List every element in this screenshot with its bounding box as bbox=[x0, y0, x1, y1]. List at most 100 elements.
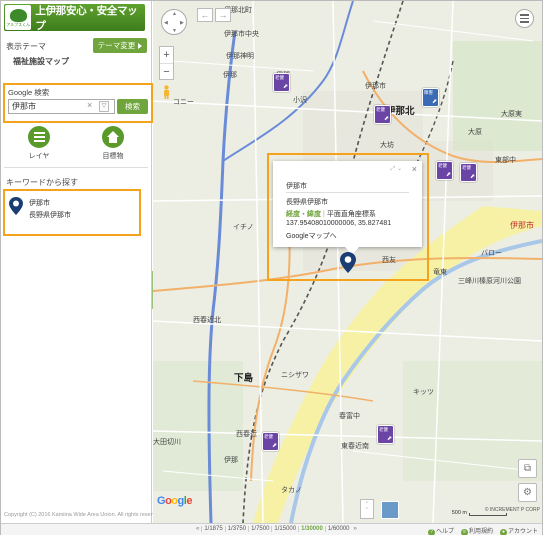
map-canvas[interactable]: 伊那北町 伊那市中央 伊那神明 伊那 伊那 伊那市 伊那北 小沢 コニー 大坊 … bbox=[153, 1, 542, 523]
map-pin-icon bbox=[9, 197, 23, 215]
copyright-text: Copyright (C) 2016 Kamiina Wide Area Uni… bbox=[4, 512, 163, 518]
map-label: ニシザワ bbox=[281, 372, 309, 379]
google-search-label: Google 検索 bbox=[8, 88, 50, 97]
landmark-button[interactable]: 目標物 bbox=[93, 126, 133, 161]
zoom-control: + − bbox=[159, 46, 174, 80]
map-label: 大坊 bbox=[380, 142, 394, 149]
google-logo: Google bbox=[157, 495, 192, 507]
help-icon: ? bbox=[427, 529, 435, 535]
facility-marker[interactable]: 老健 ⬈ bbox=[377, 425, 394, 444]
facility-marker[interactable]: 老健 ⬈ bbox=[460, 163, 477, 182]
map-label: 伊那市中央 bbox=[224, 31, 259, 38]
facility-marker[interactable]: 障害 ⬈ bbox=[422, 88, 439, 107]
map-label: 三峰川榛原河川公園 bbox=[458, 278, 521, 285]
scale-option[interactable]: 1/3750 bbox=[224, 526, 248, 532]
scale-bar bbox=[469, 513, 507, 516]
map-label: キッツ bbox=[413, 389, 434, 396]
landmark-label: 目標物 bbox=[102, 153, 124, 160]
map-label: 小沢 bbox=[293, 97, 307, 104]
map-label-shimojima: 下島 bbox=[234, 373, 254, 384]
map-attribution: © INCREMENT P CORP bbox=[484, 507, 540, 513]
facility-marker[interactable]: 老健 ⬈ bbox=[273, 73, 290, 92]
list-icon bbox=[28, 126, 50, 148]
theme-label: 表示テーマ bbox=[6, 42, 46, 51]
app-title: 上伊那安心・安全マップ bbox=[35, 4, 138, 32]
dropdown-icon[interactable]: ▽ bbox=[99, 101, 109, 112]
facility-marker[interactable]: 老健 ⬈ bbox=[262, 432, 279, 451]
forward-arrow-icon[interactable]: → bbox=[215, 8, 231, 22]
account-link[interactable]: ● アカウント bbox=[499, 526, 538, 535]
result-name: 伊那市 bbox=[29, 200, 50, 207]
map-label: 竜東 bbox=[433, 269, 447, 276]
map-label: イチノ bbox=[233, 224, 254, 231]
pan-control[interactable]: ▲ ▼ ◀ ▶ bbox=[161, 9, 187, 35]
menu-icon[interactable] bbox=[515, 9, 534, 28]
scale-option[interactable]: 1/15000 bbox=[271, 526, 298, 532]
help-link[interactable]: ? ヘルプ bbox=[427, 526, 454, 535]
location-pin-icon[interactable] bbox=[340, 252, 356, 273]
popup-coordinates: 137.95408010000006, 35.827481 bbox=[286, 220, 392, 227]
theme-change-button[interactable]: テーマ変更 bbox=[93, 38, 147, 53]
zoom-in-button[interactable]: + bbox=[160, 47, 173, 63]
street-view-pegman-icon[interactable] bbox=[162, 85, 171, 99]
theme-change-label: テーマ変更 bbox=[97, 41, 136, 50]
tab-latlon[interactable]: 経度・緯度 bbox=[286, 211, 321, 218]
poi-label: 老健 bbox=[275, 75, 284, 80]
facility-marker[interactable]: 老健 ⬈ bbox=[374, 105, 391, 124]
zoom-out-button[interactable]: − bbox=[160, 63, 173, 79]
scale-next-icon[interactable]: » bbox=[352, 526, 359, 532]
back-arrow-icon[interactable]: ← bbox=[197, 8, 213, 22]
map-label: 西春近北 bbox=[193, 317, 221, 324]
map-label: 伊那 bbox=[223, 72, 237, 79]
info-popup: ⤢ ⌄ × 伊那市 長野県伊那市 経度・緯度 | 平面直角座標系 137.95408… bbox=[273, 161, 422, 255]
location-toggle-icon[interactable]: ◦ ◦ bbox=[360, 499, 374, 519]
terms-link[interactable]: ≡ 利用規約 bbox=[460, 526, 493, 535]
map-label-city: 伊那市 bbox=[510, 221, 534, 230]
map-label: 伊那市 bbox=[365, 83, 386, 90]
keyword-search-label: キーワードから探す bbox=[6, 178, 78, 187]
play-arrow-icon bbox=[138, 42, 143, 49]
close-icon[interactable]: × bbox=[412, 164, 417, 174]
popup-divider bbox=[286, 192, 409, 193]
app-logo: アルプスくん bbox=[5, 5, 32, 30]
scale-option[interactable]: 1/60000 bbox=[324, 526, 352, 532]
map-label: 東部中 bbox=[495, 157, 516, 164]
theme-name: 福祉施設マップ bbox=[13, 57, 69, 66]
overview-map-thumbnail[interactable] bbox=[381, 501, 399, 519]
poi-label: 障害 bbox=[424, 90, 433, 95]
search-result-item[interactable]: 伊那市 長野県伊那市 bbox=[3, 189, 141, 236]
tab-plane-coords[interactable]: 平面直角座標系 bbox=[327, 211, 376, 218]
google-search-panel: Google 検索 伊那市 × ▽ 検索 bbox=[3, 83, 153, 123]
settings-gear-icon[interactable]: ⚙ bbox=[518, 483, 537, 502]
poi-label: 老健 bbox=[462, 165, 471, 170]
house-icon bbox=[102, 126, 124, 148]
scale-option[interactable]: 1/1875 bbox=[201, 526, 224, 532]
map-label: 伊那神明 bbox=[226, 53, 254, 60]
leaf-icon bbox=[9, 8, 27, 22]
layer-button[interactable]: レイヤ bbox=[19, 126, 59, 161]
facility-marker[interactable]: 老健 ⬈ bbox=[436, 161, 453, 180]
scale-prev-icon[interactable]: « bbox=[194, 526, 201, 532]
map-label: 大原実 bbox=[501, 111, 522, 118]
expand-icon[interactable]: ⤢ ⌄ bbox=[391, 165, 403, 173]
search-button[interactable]: 検索 bbox=[117, 99, 148, 114]
scale-label: 500 m bbox=[451, 510, 467, 516]
scale-option[interactable]: 1/7500 bbox=[248, 526, 271, 532]
map-label: コニー bbox=[173, 99, 194, 106]
map-label: 伊那 bbox=[224, 457, 238, 464]
scale-option-active[interactable]: 1/30000 bbox=[298, 526, 325, 532]
clear-icon[interactable]: × bbox=[87, 100, 92, 110]
app-window: アルプスくん 上伊那安心・安全マップ 表示テーマ テーマ変更 福祉施設マップ G… bbox=[0, 0, 543, 535]
footer-links: ? ヘルプ ≡ 利用規約 ● アカウント bbox=[427, 526, 538, 535]
google-maps-link[interactable]: Googleマップへ bbox=[286, 231, 337, 241]
map-label: 大原 bbox=[468, 129, 482, 136]
popup-title: 伊那市 bbox=[286, 183, 307, 190]
sidebar: アルプスくん 上伊那安心・安全マップ 表示テーマ テーマ変更 福祉施設マップ G… bbox=[1, 1, 163, 523]
map-label: 西春近 bbox=[236, 431, 257, 438]
divider bbox=[4, 167, 148, 168]
poi-label: 老健 bbox=[438, 163, 447, 168]
app-header[interactable]: アルプスくん 上伊那安心・安全マップ bbox=[4, 4, 145, 32]
poi-label: 老健 bbox=[379, 427, 388, 432]
map-label: タカノ bbox=[281, 487, 302, 494]
layers-icon[interactable]: ⧉ bbox=[518, 459, 537, 478]
